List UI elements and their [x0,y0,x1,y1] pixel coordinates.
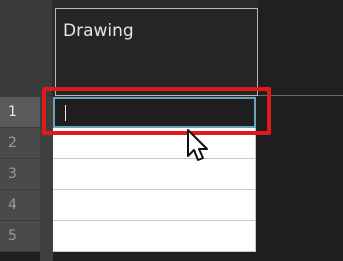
row-number-2[interactable]: 2 [0,128,40,159]
row-number-1[interactable]: 1 [0,97,40,128]
row-gutter [40,97,53,261]
column-header-drawing[interactable]: Drawing [55,8,258,96]
cell-row-2[interactable] [53,128,256,159]
row-number-column: 1 2 3 4 5 [0,97,40,261]
text-caret [65,105,66,121]
corner-cell [0,0,53,97]
cell-row-4[interactable] [53,190,256,221]
row-number-3[interactable]: 3 [0,159,40,190]
header-divider [258,95,343,96]
row-number-4[interactable]: 4 [0,190,40,221]
cell-input-row-1[interactable] [53,97,256,128]
empty-area [256,97,343,261]
cell-row-3[interactable] [53,159,256,190]
header-empty-area [258,0,343,97]
cell-row-5[interactable] [53,221,256,252]
drawing-column-cells [53,97,256,261]
row-number-5[interactable]: 5 [0,221,40,252]
xsheet-panel: Drawing 1 2 3 4 5 [0,0,343,261]
column-header-row: Drawing [0,0,343,97]
mouse-pointer-icon [187,129,208,161]
